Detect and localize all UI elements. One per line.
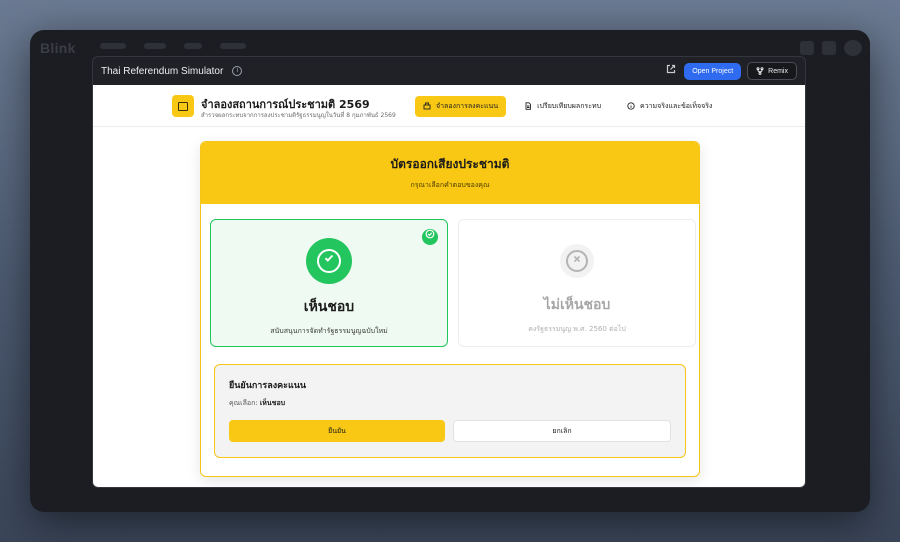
app-nav: จำลองการลงคะแนน เปรียบเทียบผลกระทบ ความจ… <box>415 96 720 117</box>
info-icon <box>627 101 635 112</box>
option-approve-description: สนับสนุนการจัดทำรัฐธรรมนูญฉบับใหม่ <box>270 327 388 335</box>
option-approve-label: เห็นชอบ <box>303 299 355 315</box>
window-title: Thai Referendum Simulator <box>101 65 224 77</box>
ballot-card: บัตรออกเสียงประชามติ กรุณาเลือกคำตอบของค… <box>200 141 700 477</box>
ballot-title: บัตรออกเสียงประชามติ <box>390 157 510 171</box>
ballot-box-icon <box>423 102 431 112</box>
confirm-choice-value: เห็นชอบ <box>259 399 286 407</box>
nav-tab-compare-impact[interactable]: เปรียบเทียบผลกระทบ <box>516 96 609 117</box>
platform-nav-item[interactable] <box>100 43 126 49</box>
option-approve[interactable]: เห็นชอบ สนับสนุนการจัดทำรัฐธรรมนูญฉบับให… <box>210 219 448 347</box>
nav-tab-label: จำลองการลงคะแนน <box>436 102 499 110</box>
nav-tab-label: ความจริงและข้อเท็จจริง <box>640 102 713 110</box>
option-reject[interactable]: ไม่เห็นชอบ คงรัฐธรรมนูญ พ.ศ. 2560 ต่อไป <box>458 219 696 347</box>
avatar[interactable] <box>844 40 862 56</box>
confirm-panel: ยืนยันการลงคะแนน คุณเลือก: เห็นชอบ ยืนยั… <box>214 364 686 458</box>
check-circle-icon <box>317 249 341 273</box>
page-subtitle: สำรวจผลกระทบจากการลงประชามติรัฐธรรมนูญใน… <box>201 112 396 119</box>
platform-toolbar <box>800 40 862 56</box>
platform-frame: Blink Thai Referendum Simulator i Open P… <box>30 30 870 512</box>
option-reject-description: คงรัฐธรรมนูญ พ.ศ. 2560 ต่อไป <box>528 325 626 333</box>
theme-icon[interactable] <box>822 41 836 55</box>
remix-button[interactable]: Remix <box>747 62 797 80</box>
platform-nav-item[interactable] <box>144 43 166 49</box>
platform-logo[interactable]: Blink <box>40 40 76 56</box>
approve-icon-circle <box>306 238 352 284</box>
platform-nav <box>100 43 246 49</box>
window-header: Thai Referendum Simulator i Open Project… <box>93 57 805 85</box>
info-icon[interactable]: i <box>232 66 243 76</box>
app-viewport: จำลองสถานการณ์ประชามติ 2569 สำรวจผลกระทบ… <box>93 85 805 487</box>
ballot-header: บัตรออกเสียงประชามติ กรุณาเลือกคำตอบของค… <box>201 142 699 204</box>
selected-check-icon <box>422 229 438 245</box>
nav-tab-label: เปรียบเทียบผลกระทบ <box>537 102 602 110</box>
reject-icon-circle <box>560 244 594 278</box>
ballot-subtitle: กรุณาเลือกคำตอบของคุณ <box>410 181 490 189</box>
confirm-button[interactable]: ยืนยัน <box>229 420 445 442</box>
nav-tab-vote-simulation[interactable]: จำลองการลงคะแนน <box>415 96 507 117</box>
platform-nav-item[interactable] <box>184 43 202 49</box>
external-link-icon[interactable] <box>664 64 678 78</box>
open-project-button[interactable]: Open Project <box>684 62 742 80</box>
nav-tab-facts[interactable]: ความจริงและข้อเท็จจริง <box>619 96 720 117</box>
x-circle-icon <box>566 250 588 272</box>
option-reject-label: ไม่เห็นชอบ <box>543 297 611 313</box>
cancel-button[interactable]: ยกเลิก <box>453 420 671 442</box>
project-window: Thai Referendum Simulator i Open Project… <box>92 56 806 488</box>
window-actions: Open Project Remix <box>664 62 797 80</box>
remix-button-label: Remix <box>768 67 788 75</box>
document-icon <box>524 101 532 112</box>
remix-icon <box>756 67 764 75</box>
app-header: จำลองสถานการณ์ประชามติ 2569 สำรวจผลกระทบ… <box>93 85 805 127</box>
confirm-choice-prefix: คุณเลือก: <box>229 399 258 407</box>
platform-nav-item[interactable] <box>220 43 246 49</box>
edit-icon[interactable] <box>800 41 814 55</box>
confirm-title: ยืนยันการลงคะแนน <box>229 381 307 391</box>
ballot-box-icon <box>172 95 194 117</box>
confirm-choice-text: คุณเลือก: เห็นชอบ <box>229 398 285 409</box>
